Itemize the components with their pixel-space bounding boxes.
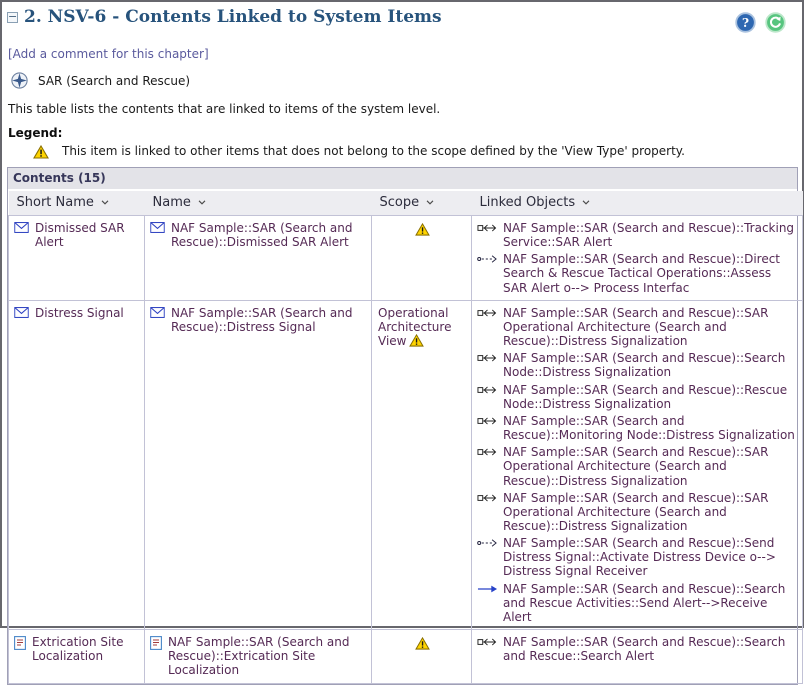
linked-object-text[interactable]: NAF Sample::SAR (Search and Rescue)::Tra… [503,221,798,249]
resource-interaction-icon [477,493,498,503]
warning-icon [415,637,430,650]
table-row: Extrication Site Localization NAF Sample… [9,630,803,683]
sort-chevron-icon[interactable] [582,200,590,205]
linked-object-text[interactable]: NAF Sample::SAR (Search and Rescue)::Dir… [503,252,798,294]
linked-object: NAF Sample::SAR (Search and Rescue)::Res… [477,383,798,411]
table-description: This table lists the contents that are l… [8,102,798,116]
chapter-header: − 2. NSV-6 - Contents Linked to System I… [7,7,798,33]
sort-chevron-icon[interactable] [101,200,109,205]
linked-object: NAF Sample::SAR (Search and Rescue)::Sea… [477,351,798,379]
column-label: Short Name [17,195,94,210]
dashed-arrow-icon [477,254,498,264]
resource-interaction-icon [477,447,498,457]
short-name-text[interactable]: Extrication Site Localization [32,635,140,663]
document-icon [150,636,162,650]
resource-interaction-icon [477,223,498,233]
table-row: Distress Signal NAF Sample::SAR (Search … [9,300,803,629]
linked-object-text[interactable]: NAF Sample::SAR (Search and Rescue)::Mon… [503,414,798,442]
refresh-button[interactable] [765,12,786,33]
element-name-text[interactable]: NAF Sample::SAR (Search and Rescue)::Dis… [171,221,367,249]
linked-object-text[interactable]: NAF Sample::SAR (Search and Rescue)::Sea… [503,635,798,663]
legend-text: This item is linked to other items that … [62,144,685,158]
resource-interaction-icon [477,308,498,318]
linked-object: NAF Sample::SAR (Search and Rescue)::SAR… [477,306,798,348]
dashed-arrow-icon [477,538,498,548]
table-row: Dismissed SAR Alert NAF Sample::SAR (Sea… [9,216,803,301]
solid-arrow-icon [477,584,498,594]
short-name-text[interactable]: Distress Signal [35,306,124,320]
report-page: − 2. NSV-6 - Contents Linked to System I… [0,0,804,628]
help-button[interactable]: ? [735,12,756,33]
envelope-icon [150,307,165,318]
element-name-text[interactable]: NAF Sample::SAR (Search and Rescue)::Ext… [168,635,367,677]
sort-chevron-icon[interactable] [426,200,434,205]
column-header-name[interactable]: Name [145,191,372,216]
linked-object: NAF Sample::SAR (Search and Rescue)::SAR… [477,491,798,533]
linked-object: NAF Sample::SAR (Search and Rescue)::Dir… [477,252,798,294]
package-line: SAR (Search and Rescue) [11,72,798,89]
column-header-short-name[interactable]: Short Name [9,191,145,216]
column-label: Name [153,195,191,210]
linked-object: NAF Sample::SAR (Search and Rescue)::Mon… [477,414,798,442]
linked-object-text[interactable]: NAF Sample::SAR (Search and Rescue)::SAR… [503,306,798,348]
column-label: Scope [380,195,420,210]
linked-object-text[interactable]: NAF Sample::SAR (Search and Rescue)::Sen… [503,536,798,578]
linked-object-text[interactable]: NAF Sample::SAR (Search and Rescue)::SAR… [503,445,798,487]
short-name-text[interactable]: Dismissed SAR Alert [35,221,140,249]
resource-interaction-icon [477,385,498,395]
linked-object: NAF Sample::SAR (Search and Rescue)::Sen… [477,536,798,578]
linked-object: NAF Sample::SAR (Search and Rescue)::Sea… [477,582,798,624]
element-name-text[interactable]: NAF Sample::SAR (Search and Rescue)::Dis… [171,306,367,334]
page-title: 2. NSV-6 - Contents Linked to System Ite… [24,7,442,27]
svg-text:?: ? [742,16,749,30]
sort-chevron-icon[interactable] [198,200,206,205]
legend-label: Legend: [8,126,798,140]
linked-object-text[interactable]: NAF Sample::SAR (Search and Rescue)::Sea… [503,351,798,379]
warning-icon [409,334,424,347]
resource-interaction-icon [477,353,498,363]
refresh-icon [765,12,786,33]
envelope-icon [14,222,29,233]
column-label: Linked Objects [480,195,576,210]
resource-interaction-icon [477,637,498,647]
contents-table: Contents (15) Short Name Name Scope Link… [7,167,798,685]
linked-object-text[interactable]: NAF Sample::SAR (Search and Rescue)::Res… [503,383,798,411]
add-comment-link[interactable]: [Add a comment for this chapter] [8,47,798,61]
warning-icon [415,223,430,236]
envelope-icon [14,307,29,318]
linked-object-text[interactable]: NAF Sample::SAR (Search and Rescue)::Sea… [503,582,798,624]
warning-icon [33,145,49,159]
linked-object: NAF Sample::SAR (Search and Rescue)::SAR… [477,445,798,487]
linked-object: NAF Sample::SAR (Search and Rescue)::Sea… [477,635,798,663]
envelope-icon [150,222,165,233]
linked-object-text[interactable]: NAF Sample::SAR (Search and Rescue)::SAR… [503,491,798,533]
question-mark-icon: ? [735,12,756,33]
package-name: SAR (Search and Rescue) [38,74,190,88]
collapse-section-icon[interactable]: − [7,12,18,23]
package-compass-icon [11,72,28,89]
document-icon [14,636,26,650]
resource-interaction-icon [477,416,498,426]
table-header-row: Short Name Name Scope Linked Objects [9,191,803,216]
linked-object: NAF Sample::SAR (Search and Rescue)::Tra… [477,221,798,249]
legend-item: This item is linked to other items that … [33,144,798,159]
column-header-scope[interactable]: Scope [372,191,472,216]
table-caption: Contents (15) [8,168,797,191]
column-header-linked-objects[interactable]: Linked Objects [472,191,803,216]
